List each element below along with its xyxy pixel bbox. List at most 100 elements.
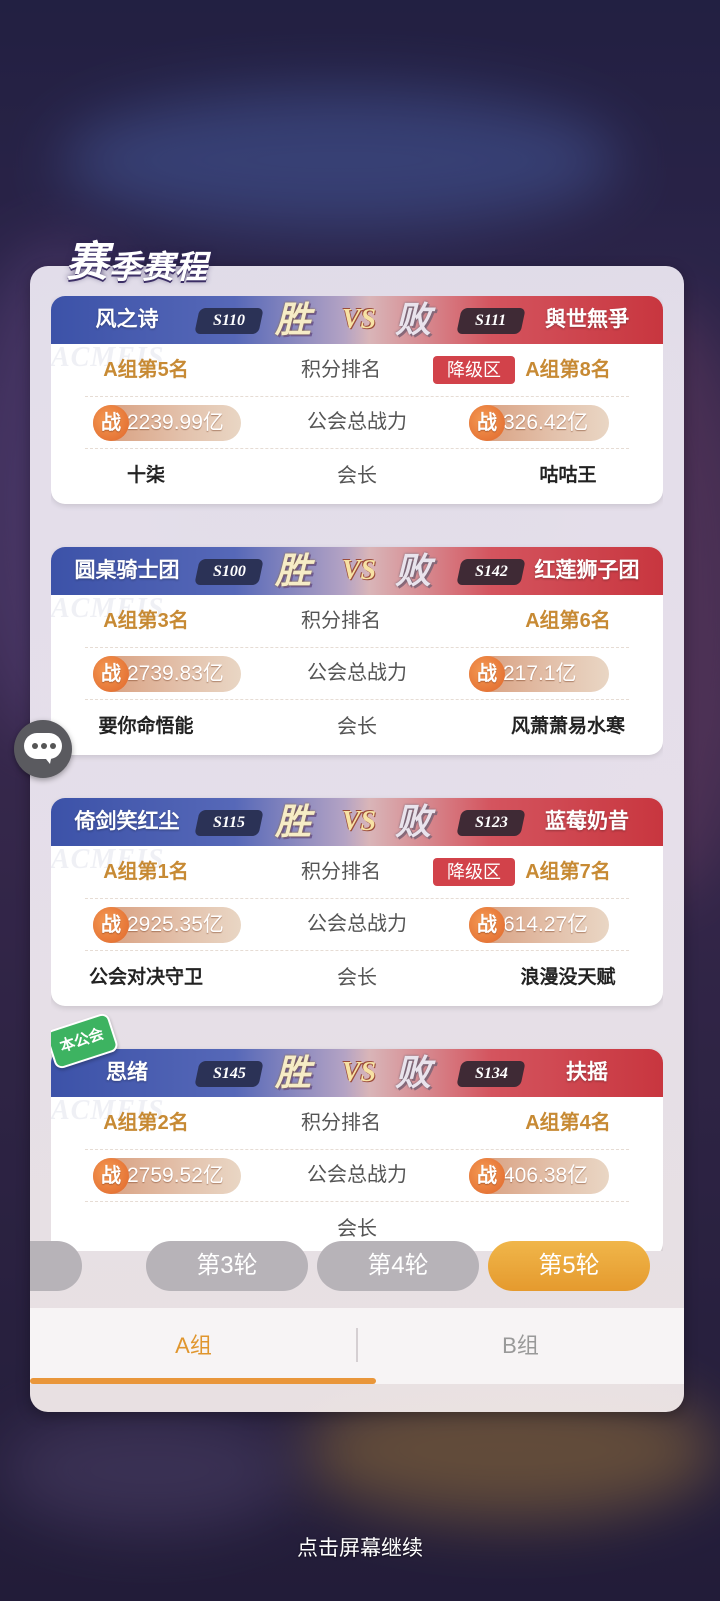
right-rank: A组第8名 <box>525 359 611 381</box>
power-icon: 战 <box>469 405 505 441</box>
vs-mark: VS <box>341 1057 377 1088</box>
round-button-5[interactable]: 第5轮 <box>488 1241 650 1291</box>
power-row: 战 2239.99亿 公会总战力 战 326.42亿 <box>51 396 663 448</box>
win-mark: 胜 <box>275 1053 312 1093</box>
round-selector[interactable]: 2轮 第3轮 第4轮 第5轮 <box>30 1241 684 1307</box>
power-icon: 战 <box>93 1158 129 1194</box>
vs-mark: VS <box>341 555 377 586</box>
leader-label: 会长 <box>337 716 377 738</box>
power-icon: 战 <box>469 656 505 692</box>
round-button-4[interactable]: 第4轮 <box>317 1241 479 1291</box>
power-label: 公会总战力 <box>307 1164 407 1186</box>
left-server-badge: S115 <box>194 810 264 836</box>
match-header: 风之诗 S110 胜 VS 败 S111 與世無爭 <box>51 296 663 344</box>
power-label: 公会总战力 <box>307 411 407 433</box>
left-guild-name: 圆桌骑士团 <box>74 559 180 582</box>
lose-mark: 败 <box>395 551 432 591</box>
left-power: 战 2759.52亿 <box>93 1158 241 1194</box>
power-label: 公会总战力 <box>307 913 407 935</box>
right-leader: 风萧萧易水寒 <box>510 716 625 737</box>
leader-label: 会长 <box>337 465 377 487</box>
left-server-badge: S110 <box>194 308 264 334</box>
round-button-2[interactable]: 2轮 <box>30 1241 82 1291</box>
page-title: 赛季赛程 <box>66 240 209 286</box>
power-row: 战 2759.52亿 公会总战力 战 406.38亿 <box>51 1149 663 1201</box>
right-guild-name: 蓝莓奶昔 <box>545 810 629 833</box>
rank-label: 积分排名 <box>301 861 381 883</box>
power-row: 战 2739.83亿 公会总战力 战 217.1亿 <box>51 647 663 699</box>
active-tab-indicator <box>30 1378 376 1384</box>
right-rank: A组第7名 <box>525 861 611 883</box>
match-header: 倚剑笑红尘 S115 胜 VS 败 S123 蓝莓奶昔 <box>51 798 663 846</box>
left-rank: A组第1名 <box>103 861 189 883</box>
right-server-badge: S111 <box>456 308 526 334</box>
left-leader: 要你命悟能 <box>98 716 194 737</box>
leader-label: 会长 <box>337 967 377 989</box>
right-rank: A组第6名 <box>525 610 611 632</box>
tab-group-a[interactable]: A组 <box>30 1308 357 1384</box>
right-guild-name: 红莲狮子团 <box>534 559 640 582</box>
right-guild-name: 與世無爭 <box>545 308 629 331</box>
power-icon: 战 <box>93 405 129 441</box>
leader-row: 要你命悟能 会长 风萧萧易水寒 <box>51 701 663 753</box>
left-leader: 十柒 <box>126 465 165 486</box>
rank-row: A组第3名 积分排名 A组第6名 <box>51 595 663 647</box>
match-card[interactable]: 风之诗 S110 胜 VS 败 S111 與世無爭 ACMEIS A组第5名 积… <box>51 296 663 504</box>
match-card[interactable]: 倚剑笑红尘 S115 胜 VS 败 S123 蓝莓奶昔 ACMEIS A组第1名… <box>51 798 663 1006</box>
rank-label: 积分排名 <box>301 359 381 381</box>
rank-row: A组第2名 积分排名 A组第4名 <box>51 1097 663 1149</box>
left-guild-name: 风之诗 <box>95 308 159 331</box>
power-icon: 战 <box>469 1158 505 1194</box>
left-server-badge: S100 <box>194 559 264 585</box>
rank-row: A组第5名 积分排名 降级区 A组第8名 <box>51 344 663 396</box>
lose-mark: 败 <box>395 300 432 340</box>
win-mark: 胜 <box>275 551 312 591</box>
left-server-badge: S145 <box>194 1061 264 1087</box>
match-card[interactable]: 思绪 S145 胜 VS 败 S134 扶摇 ACMEIS A组第2名 积分排名… <box>51 1049 663 1251</box>
lose-mark: 败 <box>395 802 432 842</box>
right-server-badge: S142 <box>456 559 526 585</box>
tab-group-b[interactable]: B组 <box>357 1308 684 1384</box>
round-button-3[interactable]: 第3轮 <box>146 1241 308 1291</box>
win-mark: 胜 <box>275 300 312 340</box>
right-server-badge: S123 <box>456 810 526 836</box>
right-leader: 浪漫没天赋 <box>520 967 616 988</box>
right-power: 战 217.1亿 <box>469 656 609 692</box>
own-guild-badge: 本公会 <box>51 1011 120 1071</box>
left-leader: 公会对决守卫 <box>88 967 203 988</box>
match-header: 圆桌骑士团 S100 胜 VS 败 S142 红莲狮子团 <box>51 547 663 595</box>
right-rank: A组第4名 <box>525 1112 611 1134</box>
left-power: 战 2239.99亿 <box>93 405 241 441</box>
right-guild-name: 扶摇 <box>566 1061 608 1084</box>
left-rank: A组第3名 <box>103 610 189 632</box>
left-power: 战 2925.35亿 <box>93 907 241 943</box>
rank-label: 积分排名 <box>301 1112 381 1134</box>
left-power: 战 2739.83亿 <box>93 656 241 692</box>
leader-row: 十柒 会长 咕咕王 <box>51 450 663 502</box>
vs-mark: VS <box>341 806 377 837</box>
left-guild-name: 倚剑笑红尘 <box>74 810 180 833</box>
power-row: 战 2925.35亿 公会总战力 战 614.27亿 <box>51 898 663 950</box>
match-card[interactable]: 圆桌骑士团 S100 胜 VS 败 S142 红莲狮子团 ACMEIS A组第3… <box>51 547 663 755</box>
match-list[interactable]: 风之诗 S110 胜 VS 败 S111 與世無爭 ACMEIS A组第5名 积… <box>51 296 663 1251</box>
right-power: 战 326.42亿 <box>469 405 609 441</box>
chat-button[interactable] <box>14 720 72 778</box>
schedule-panel: 风之诗 S110 胜 VS 败 S111 與世無爭 ACMEIS A组第5名 积… <box>30 266 684 1412</box>
match-header: 思绪 S145 胜 VS 败 S134 扶摇 <box>51 1049 663 1097</box>
group-tabs: A组 B组 <box>30 1308 684 1384</box>
tap-to-continue[interactable]: 点击屏幕继续 <box>0 1532 720 1562</box>
lose-mark: 败 <box>395 1053 432 1093</box>
power-icon: 战 <box>93 907 129 943</box>
rank-row: A组第1名 积分排名 降级区 A组第7名 <box>51 846 663 898</box>
rank-label: 积分排名 <box>301 610 381 632</box>
power-icon: 战 <box>93 656 129 692</box>
left-rank: A组第5名 <box>103 359 189 381</box>
power-icon: 战 <box>469 907 505 943</box>
left-rank: A组第2名 <box>103 1112 189 1134</box>
right-leader: 咕咕王 <box>539 465 597 486</box>
leader-row: 公会对决守卫 会长 浪漫没天赋 <box>51 952 663 1004</box>
win-mark: 胜 <box>275 802 312 842</box>
right-power: 战 406.38亿 <box>469 1158 609 1194</box>
power-label: 公会总战力 <box>307 662 407 684</box>
vs-mark: VS <box>341 304 377 335</box>
